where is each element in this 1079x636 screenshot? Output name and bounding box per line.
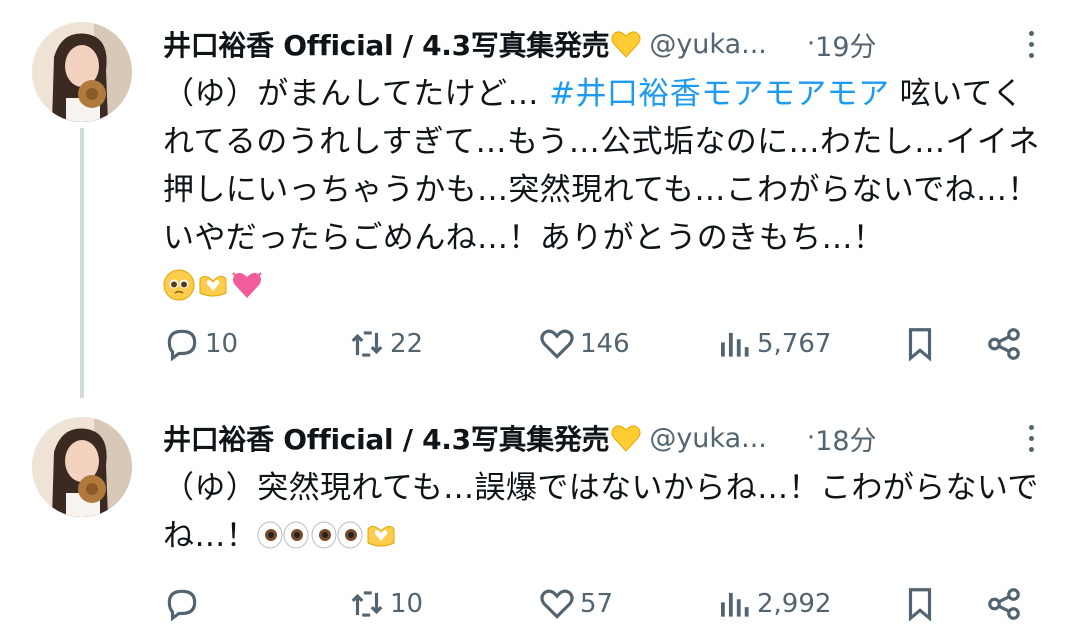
repost-button[interactable]: 10 [348,582,423,626]
growing-heart-icon [231,267,263,299]
reply-icon [167,589,197,622]
action-bar: 10 57 2,992 [163,582,1043,626]
tweet-text-start: （ゆ）がまんしてたけど… [163,76,550,112]
reply-icon [167,329,197,362]
tweet[interactable]: 井口裕香 Official / 4.3写真集発売 @yuka... · 18分 … [0,400,1079,636]
author-name[interactable]: 井口裕香 Official / 4.3写真集発売 [163,418,610,458]
author-handle[interactable]: @yuka... [649,423,767,454]
yellow-heart-icon [611,30,641,58]
more-options-icon[interactable] [1023,24,1039,64]
views-chart-icon [721,592,749,617]
tweet-text: （ゆ）突然現れても…誤爆ではないからね…！こわがらないでね…！ [163,464,1043,560]
author-handle[interactable]: @yuka... [649,29,767,60]
timestamp[interactable]: 19分 [815,25,876,64]
action-bar: 10 22 146 5,767 [163,322,1043,366]
views-button[interactable]: 5,767 [715,322,831,366]
avatar[interactable] [32,417,132,517]
tweet-text: （ゆ）がまんしてたけど… #井口裕香モアモアモア 呟いてくれてるのうれしすぎて…… [163,70,1043,310]
like-count: 57 [580,589,614,619]
like-count: 146 [580,329,630,359]
tweet-header: 井口裕香 Official / 4.3写真集発売 @yuka... · 19分 [163,24,877,64]
author-name[interactable]: 井口裕香 Official / 4.3写真集発売 [163,24,610,64]
more-options-icon[interactable] [1023,418,1039,458]
bookmark-icon [908,588,932,622]
reply-count: 10 [205,329,239,359]
view-count: 2,992 [757,589,832,619]
share-icon [988,328,1020,360]
share-button[interactable] [985,322,1027,366]
eyes-icon [257,517,309,549]
share-icon [988,588,1020,620]
like-button[interactable]: 57 [538,582,613,626]
heart-icon [540,329,574,359]
repost-icon [351,591,383,617]
heart-hands-icon [365,517,397,549]
pleading-face-icon [163,267,195,301]
reply-button[interactable] [163,582,205,626]
yellow-heart-icon [611,424,641,452]
reply-button[interactable]: 10 [163,322,238,366]
tweet-header: 井口裕香 Official / 4.3写真集発売 @yuka... · 18分 [163,418,877,458]
heart-icon [540,589,574,619]
bookmark-button[interactable] [901,322,943,366]
separator-dot: · [806,423,816,453]
avatar[interactable] [32,22,132,122]
repost-count: 10 [390,589,424,619]
hashtag-link[interactable]: #井口裕香モアモアモア [549,76,889,112]
like-button[interactable]: 146 [538,322,630,366]
eyes-icon [311,517,363,549]
repost-button[interactable]: 22 [348,322,423,366]
views-button[interactable]: 2,992 [715,582,831,626]
share-button[interactable] [985,582,1027,626]
repost-icon [351,331,383,357]
views-chart-icon [721,332,749,357]
separator-dot: · [806,29,816,59]
view-count: 5,767 [757,329,832,359]
tweet[interactable]: 井口裕香 Official / 4.3写真集発売 @yuka... · 19分 … [0,0,1079,400]
bookmark-icon [908,328,932,362]
bookmark-button[interactable] [901,582,943,626]
repost-count: 22 [390,329,424,359]
heart-hands-icon [197,267,229,299]
timestamp[interactable]: 18分 [815,419,876,458]
